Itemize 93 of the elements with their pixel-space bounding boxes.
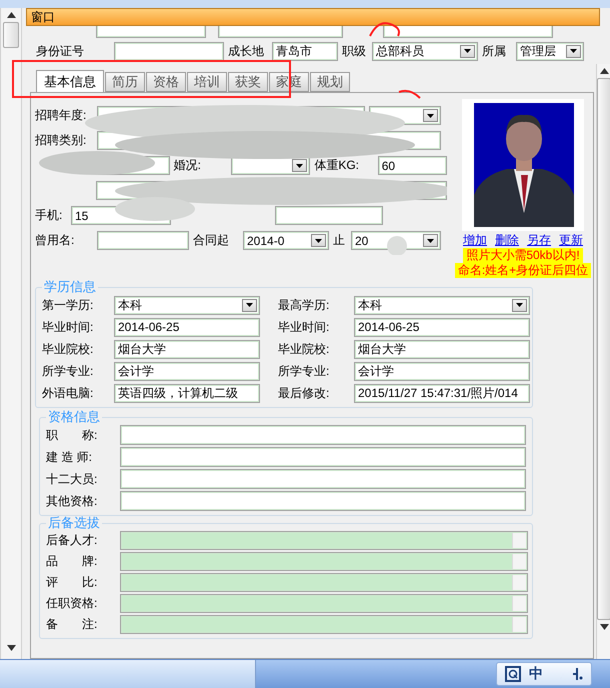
field-label: 后备人才: [46, 532, 98, 549]
dropdown[interactable]: 管理层 [516, 42, 584, 60]
caret-icon [246, 303, 253, 307]
tab[interactable]: 获奖 [228, 72, 268, 92]
text-field[interactable]: 会计学 [114, 362, 260, 380]
field-label: 十二大员: [46, 470, 98, 488]
photo-action-link[interactable]: 更新 [559, 233, 583, 248]
tab[interactable]: 培训 [187, 72, 227, 92]
text-field[interactable] [120, 447, 526, 467]
ime-logo-icon[interactable] [505, 666, 521, 682]
text-field[interactable]: 英语四级，计算机二级 [114, 384, 260, 402]
field-label: 止 [333, 232, 346, 249]
section-title: 资格信息 [47, 410, 101, 424]
photo-action-link[interactable]: 另存 [527, 233, 551, 248]
field-label: 毕业院校: [278, 340, 330, 358]
scrollbar-thumb[interactable] [597, 78, 610, 620]
photo-note: 照片大小需50kb以内! [463, 248, 583, 263]
text-field[interactable]: 2014-06-25 [114, 318, 260, 336]
text-field[interactable]: 60 [378, 156, 448, 175]
field-label: 最后修改: [278, 384, 330, 402]
field-label: 备 注: [46, 616, 98, 633]
field-label: 婚况: [174, 157, 202, 174]
field-label: 毕业时间: [42, 318, 94, 336]
field-label: 所学专业: [42, 362, 94, 380]
tab[interactable]: 规划 [310, 72, 350, 92]
scroll-down-icon[interactable] [6, 645, 16, 651]
text-area[interactable] [120, 594, 528, 613]
field-label: 毕业时间: [278, 318, 330, 336]
field-label: 职级 [342, 42, 367, 60]
text-area[interactable] [120, 552, 528, 571]
text-area[interactable] [120, 573, 528, 592]
photo-action-link[interactable]: 删除 [495, 233, 519, 248]
text-area[interactable] [120, 615, 528, 634]
caret-icon [315, 238, 322, 242]
text-field[interactable]: 2015/11/27 15:47:31/照片/014 [354, 384, 530, 402]
text-field[interactable] [120, 491, 526, 511]
field-label: 评 比: [46, 574, 98, 591]
field-label: 合同起 [193, 232, 230, 249]
scroll-down-icon[interactable] [600, 624, 608, 630]
field-label: 最高学历: [278, 296, 330, 314]
dropdown[interactable]: 本科 [354, 296, 530, 314]
scrollbar-thumb[interactable] [3, 22, 19, 48]
punctuation-icon[interactable] [571, 667, 583, 681]
field-label: 外语电脑: [42, 384, 94, 402]
caret-icon [464, 49, 471, 53]
section-title: 后备选拔 [47, 516, 101, 530]
annotation-scribble [398, 88, 422, 100]
text-area[interactable] [120, 531, 528, 550]
scroll-up-icon[interactable] [600, 68, 608, 74]
text-field[interactable] [275, 206, 383, 225]
caret-icon [516, 303, 523, 307]
text-field[interactable]: 会计学 [354, 362, 530, 380]
caret-icon [427, 238, 434, 242]
field-label: 建 造 师: [46, 448, 94, 466]
tab[interactable]: 资格 [146, 72, 186, 92]
field-label: 招聘类别: [35, 132, 88, 149]
field-label: 手机: [35, 207, 64, 224]
field-label: 曾用名: [35, 232, 76, 249]
field-label: 成长地 [228, 42, 265, 60]
field-label: 身份证号 [36, 42, 85, 60]
section-title: 学历信息 [43, 280, 97, 294]
field-label: 毕业院校: [42, 340, 94, 358]
field-label: 招聘年度: [35, 107, 88, 124]
text-field[interactable]: 青岛市 [272, 42, 338, 60]
text-field[interactable]: 烟台大学 [114, 340, 260, 358]
text-field[interactable] [97, 231, 189, 250]
dropdown[interactable]: 本科 [114, 296, 260, 314]
ime-mode[interactable]: 中 [529, 665, 543, 683]
tab[interactable]: 基本信息 [36, 70, 104, 92]
text-field[interactable] [120, 425, 526, 445]
taskbar-button[interactable] [0, 660, 256, 688]
dropdown[interactable]: 2014-0 [243, 231, 329, 250]
caret-icon [296, 164, 304, 168]
text-field[interactable]: 烟台大学 [354, 340, 530, 358]
field-label: 品 牌: [46, 553, 98, 570]
field-label: 第一学历: [42, 296, 94, 314]
text-field[interactable]: 2014-06-25 [354, 318, 530, 336]
text-field[interactable] [114, 42, 224, 60]
window-title: 窗口 [26, 8, 600, 26]
field-label: 任职资格: [46, 595, 98, 612]
tab[interactable]: 简历 [105, 72, 145, 92]
field-label: 所属 [482, 42, 507, 60]
dropdown[interactable]: 总部科员 [372, 42, 478, 60]
field-label: 体重KG: [314, 157, 360, 174]
photo-action-link[interactable]: 增加 [463, 233, 487, 248]
field-label: 职 称: [46, 426, 98, 444]
photo-note: 命名:姓名+身份证后四位 [454, 263, 592, 278]
text-field[interactable] [120, 469, 526, 489]
field-label: 其他资格: [46, 492, 98, 510]
caret-icon [427, 114, 434, 118]
scroll-up-icon[interactable] [6, 12, 16, 18]
field-label: 所学专业: [278, 362, 330, 380]
caret-icon [570, 49, 577, 53]
